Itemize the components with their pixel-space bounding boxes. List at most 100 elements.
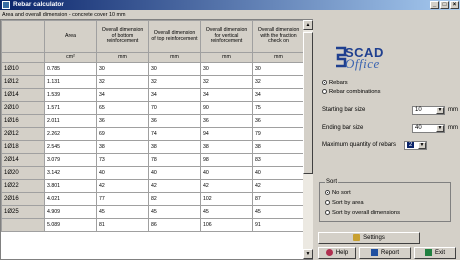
chevron-down-icon[interactable]: ▼ xyxy=(418,142,426,149)
table-cell[interactable]: 34 xyxy=(96,88,149,102)
table-cell[interactable]: 65 xyxy=(96,101,149,115)
table-cell[interactable]: 32 xyxy=(96,75,149,89)
table-row[interactable]: 1Ø14 1.539 34 34 34 34 xyxy=(1,88,305,102)
table-row[interactable]: 1Ø12 1.131 32 32 32 32 xyxy=(1,75,305,89)
table-cell[interactable]: 102 xyxy=(200,192,253,206)
table-cell[interactable]: 1.571 xyxy=(44,101,97,115)
table-cell[interactable]: 36 xyxy=(200,114,253,128)
table-cell[interactable]: 75 xyxy=(252,101,305,115)
table-cell[interactable]: 45 xyxy=(200,205,253,219)
column-header[interactable]: Overall dimension for vertical reinforce… xyxy=(200,20,253,53)
rebars-radio[interactable]: Rebars xyxy=(322,80,348,86)
table-cell[interactable]: 34 xyxy=(252,88,305,102)
table-cell[interactable]: 78 xyxy=(148,153,201,167)
table-cell[interactable]: 86 xyxy=(148,218,201,232)
table-cell[interactable]: 77 xyxy=(96,192,149,206)
table-row[interactable]: 1Ø25 4.909 45 45 45 45 xyxy=(1,205,305,219)
starting-bar-size-select[interactable]: 10 ▼ xyxy=(412,106,445,115)
table-cell[interactable]: 79 xyxy=(252,127,305,141)
scroll-up-button[interactable]: ▲ xyxy=(303,20,313,30)
table-cell[interactable]: 36 xyxy=(96,114,149,128)
table-cell[interactable]: 40 xyxy=(96,166,149,180)
max-quantity-select[interactable]: 2 ▼ xyxy=(404,141,427,150)
column-header[interactable]: Overall dimension with the fraction chec… xyxy=(252,20,305,53)
table-cell[interactable]: 42 xyxy=(96,179,149,193)
table-cell[interactable]: 45 xyxy=(148,205,201,219)
no-sort-radio[interactable]: No sort xyxy=(325,190,351,196)
table-row[interactable]: 2Ø10 1.571 65 70 90 75 xyxy=(1,101,305,115)
table-cell[interactable]: 1.539 xyxy=(44,88,97,102)
table-row[interactable]: 2Ø16 4.021 77 82 102 87 xyxy=(1,192,305,206)
table-cell[interactable]: 2.545 xyxy=(44,140,97,154)
table-cell[interactable]: 36 xyxy=(148,114,201,128)
table-cell[interactable]: 69 xyxy=(96,127,149,141)
column-header[interactable]: Overall dimension of bottom reinforcemen… xyxy=(96,20,149,53)
table-cell[interactable]: 81 xyxy=(96,218,149,232)
table-row[interactable]: 1Ø20 3.142 40 40 40 40 xyxy=(1,166,305,180)
table-cell[interactable]: 34 xyxy=(148,88,201,102)
table-row[interactable]: 5.089 81 86 106 91 xyxy=(1,218,305,232)
table-cell[interactable]: 40 xyxy=(200,166,253,180)
table-cell[interactable]: 42 xyxy=(200,179,253,193)
exit-button[interactable]: Exit xyxy=(414,247,456,259)
table-cell[interactable]: 0.785 xyxy=(44,62,97,76)
grid-scrollbar[interactable]: ▲ ▼ xyxy=(303,20,313,259)
ending-bar-size-select[interactable]: 40 ▼ xyxy=(412,124,445,133)
table-cell[interactable]: 30 xyxy=(148,62,201,76)
table-cell[interactable]: 3.801 xyxy=(44,179,97,193)
table-cell[interactable]: 2.262 xyxy=(44,127,97,141)
table-cell[interactable]: 74 xyxy=(148,127,201,141)
table-cell[interactable]: 30 xyxy=(252,62,305,76)
table-cell[interactable]: 98 xyxy=(200,153,253,167)
table-cell[interactable]: 106 xyxy=(200,218,253,232)
table-cell[interactable]: 36 xyxy=(252,114,305,128)
settings-button[interactable]: Settings xyxy=(318,232,420,244)
table-cell[interactable]: 38 xyxy=(200,140,253,154)
table-row[interactable]: 1Ø22 3.801 42 42 42 42 xyxy=(1,179,305,193)
rebar-combinations-radio[interactable]: Rebar combinations xyxy=(322,89,381,95)
table-cell[interactable]: 32 xyxy=(252,75,305,89)
minimize-button[interactable]: _ xyxy=(430,1,439,9)
column-header[interactable]: Area xyxy=(44,20,97,53)
table-cell[interactable]: 94 xyxy=(200,127,253,141)
close-button[interactable]: × xyxy=(450,1,459,9)
table-cell[interactable]: 30 xyxy=(96,62,149,76)
maximize-button[interactable]: □ xyxy=(440,1,449,9)
table-cell[interactable]: 32 xyxy=(200,75,253,89)
table-cell[interactable]: 4.909 xyxy=(44,205,97,219)
table-cell[interactable]: 5.089 xyxy=(44,218,97,232)
table-cell[interactable]: 4.021 xyxy=(44,192,97,206)
table-cell[interactable]: 40 xyxy=(148,166,201,180)
table-cell[interactable]: 38 xyxy=(96,140,149,154)
table-row[interactable]: 1Ø16 2.011 36 36 36 36 xyxy=(1,114,305,128)
table-cell[interactable]: 3.079 xyxy=(44,153,97,167)
table-cell[interactable]: 30 xyxy=(200,62,253,76)
sort-by-dimensions-radio[interactable]: Sort by overall dimensions xyxy=(325,210,400,216)
table-cell[interactable]: 38 xyxy=(148,140,201,154)
table-row[interactable]: 2Ø12 2.262 69 74 94 79 xyxy=(1,127,305,141)
table-cell[interactable]: 38 xyxy=(252,140,305,154)
table-cell[interactable]: 83 xyxy=(252,153,305,167)
scroll-thumb[interactable] xyxy=(303,32,313,174)
sort-by-area-radio[interactable]: Sort by area xyxy=(325,200,364,206)
table-row[interactable]: 2Ø14 3.079 73 78 98 83 xyxy=(1,153,305,167)
table-cell[interactable]: 90 xyxy=(200,101,253,115)
table-cell[interactable]: 1.131 xyxy=(44,75,97,89)
table-cell[interactable]: 82 xyxy=(148,192,201,206)
results-grid[interactable]: Area Overall dimension of bottom reinfor… xyxy=(0,19,313,260)
table-cell[interactable]: 42 xyxy=(252,179,305,193)
help-button[interactable]: Help xyxy=(318,247,356,259)
report-button[interactable]: Report xyxy=(359,247,411,259)
table-cell[interactable]: 42 xyxy=(148,179,201,193)
table-row[interactable]: 1Ø10 0.785 30 30 30 30 xyxy=(1,62,305,76)
table-cell[interactable]: 70 xyxy=(148,101,201,115)
table-cell[interactable]: 34 xyxy=(200,88,253,102)
table-cell[interactable]: 3.142 xyxy=(44,166,97,180)
table-cell[interactable]: 32 xyxy=(148,75,201,89)
column-header[interactable]: Overall dimension of top reinforcement xyxy=(148,20,201,53)
table-cell[interactable]: 2.011 xyxy=(44,114,97,128)
table-row[interactable]: 1Ø18 2.545 38 38 38 38 xyxy=(1,140,305,154)
chevron-down-icon[interactable]: ▼ xyxy=(436,125,444,132)
scroll-down-button[interactable]: ▼ xyxy=(303,249,313,259)
table-cell[interactable]: 73 xyxy=(96,153,149,167)
